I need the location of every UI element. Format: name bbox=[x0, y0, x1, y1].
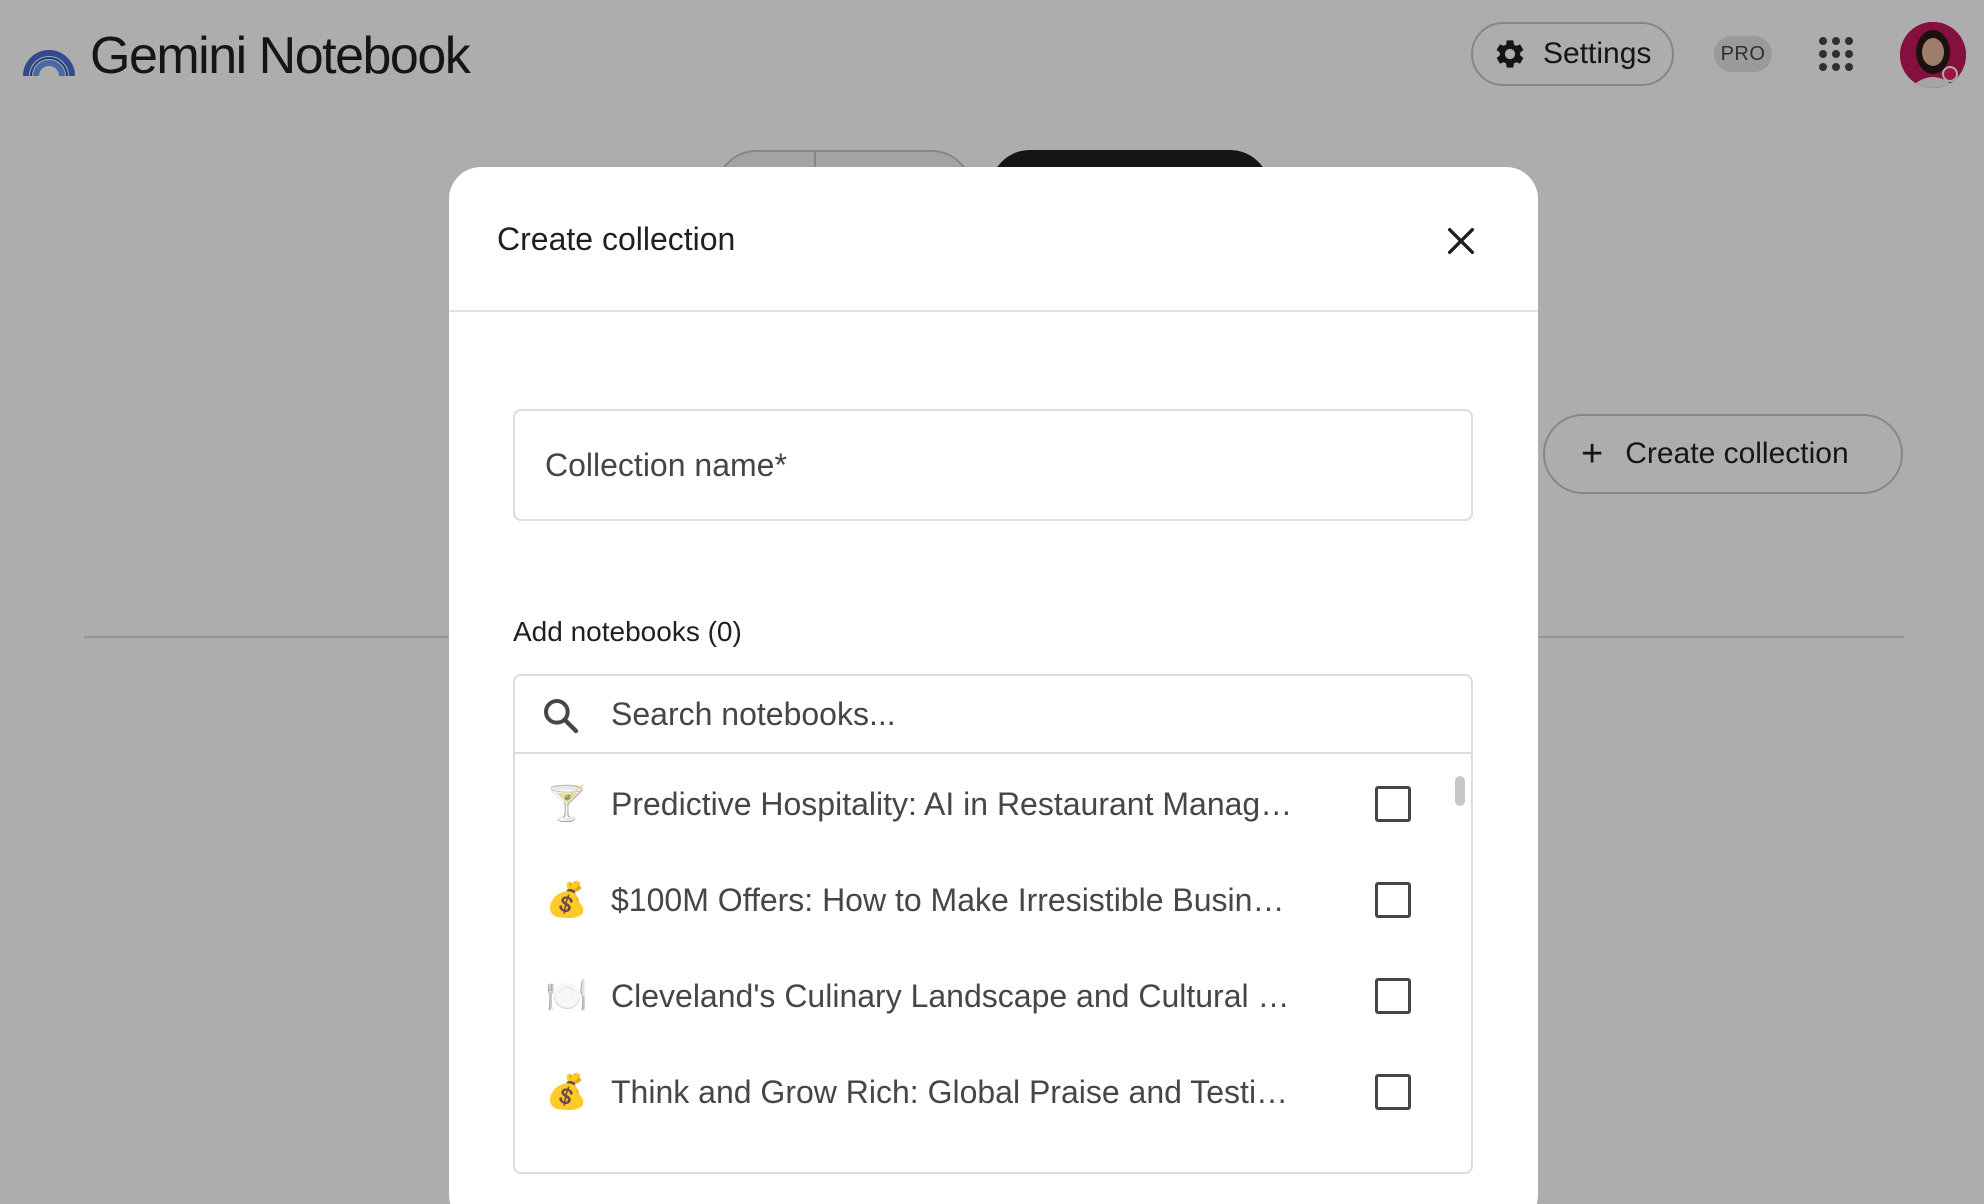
collection-name-input[interactable] bbox=[515, 411, 1471, 519]
dialog-title: Create collection bbox=[497, 221, 736, 257]
close-button[interactable] bbox=[1439, 219, 1483, 263]
notebook-checkbox[interactable] bbox=[1375, 786, 1411, 822]
notebook-item[interactable]: 💰 $100M Offers: How to Make Irresistible… bbox=[515, 852, 1471, 948]
plate-cutlery-icon: 🍽️ bbox=[545, 977, 589, 1015]
notebook-checkbox[interactable] bbox=[1375, 978, 1411, 1014]
search-icon bbox=[544, 699, 579, 734]
notebook-title: Predictive Hospitality: AI in Restaurant… bbox=[611, 786, 1301, 822]
create-collection-dialog: Create collection Add notebooks (0) bbox=[449, 167, 1538, 1204]
scrollbar-thumb[interactable] bbox=[1455, 776, 1465, 806]
notebook-title: Cleveland's Culinary Landscape and Cultu… bbox=[611, 978, 1301, 1014]
cocktail-icon: 🍸 bbox=[545, 785, 589, 823]
notebook-checkbox[interactable] bbox=[1375, 1074, 1411, 1110]
search-input[interactable] bbox=[611, 676, 1451, 752]
app-root: Gemini Notebook Settings PRO + Create co… bbox=[0, 0, 1984, 1204]
notebook-checkbox[interactable] bbox=[1375, 882, 1411, 918]
notebook-title: $100M Offers: How to Make Irresistible B… bbox=[611, 882, 1301, 918]
notebook-title: Think and Grow Rich: Global Praise and T… bbox=[611, 1074, 1301, 1110]
notebook-item[interactable]: 🍸 Predictive Hospitality: AI in Restaura… bbox=[515, 756, 1471, 852]
notebook-search[interactable] bbox=[515, 676, 1471, 754]
notebook-item[interactable]: 💰 Think and Grow Rich: Global Praise and… bbox=[515, 1044, 1471, 1140]
collection-name-field[interactable] bbox=[513, 409, 1473, 521]
money-bag-icon: 💰 bbox=[545, 881, 589, 919]
close-icon bbox=[1447, 227, 1475, 255]
add-notebooks-label: Add notebooks (0) bbox=[513, 616, 742, 647]
notebook-list: 🍸 Predictive Hospitality: AI in Restaura… bbox=[515, 756, 1471, 1172]
money-bag-icon: 💰 bbox=[545, 1073, 589, 1111]
notebook-item[interactable]: 🍽️ Cleveland's Culinary Landscape and Cu… bbox=[515, 948, 1471, 1044]
notebook-picker: 🍸 Predictive Hospitality: AI in Restaura… bbox=[513, 674, 1473, 1174]
dialog-header: Create collection bbox=[449, 167, 1538, 312]
